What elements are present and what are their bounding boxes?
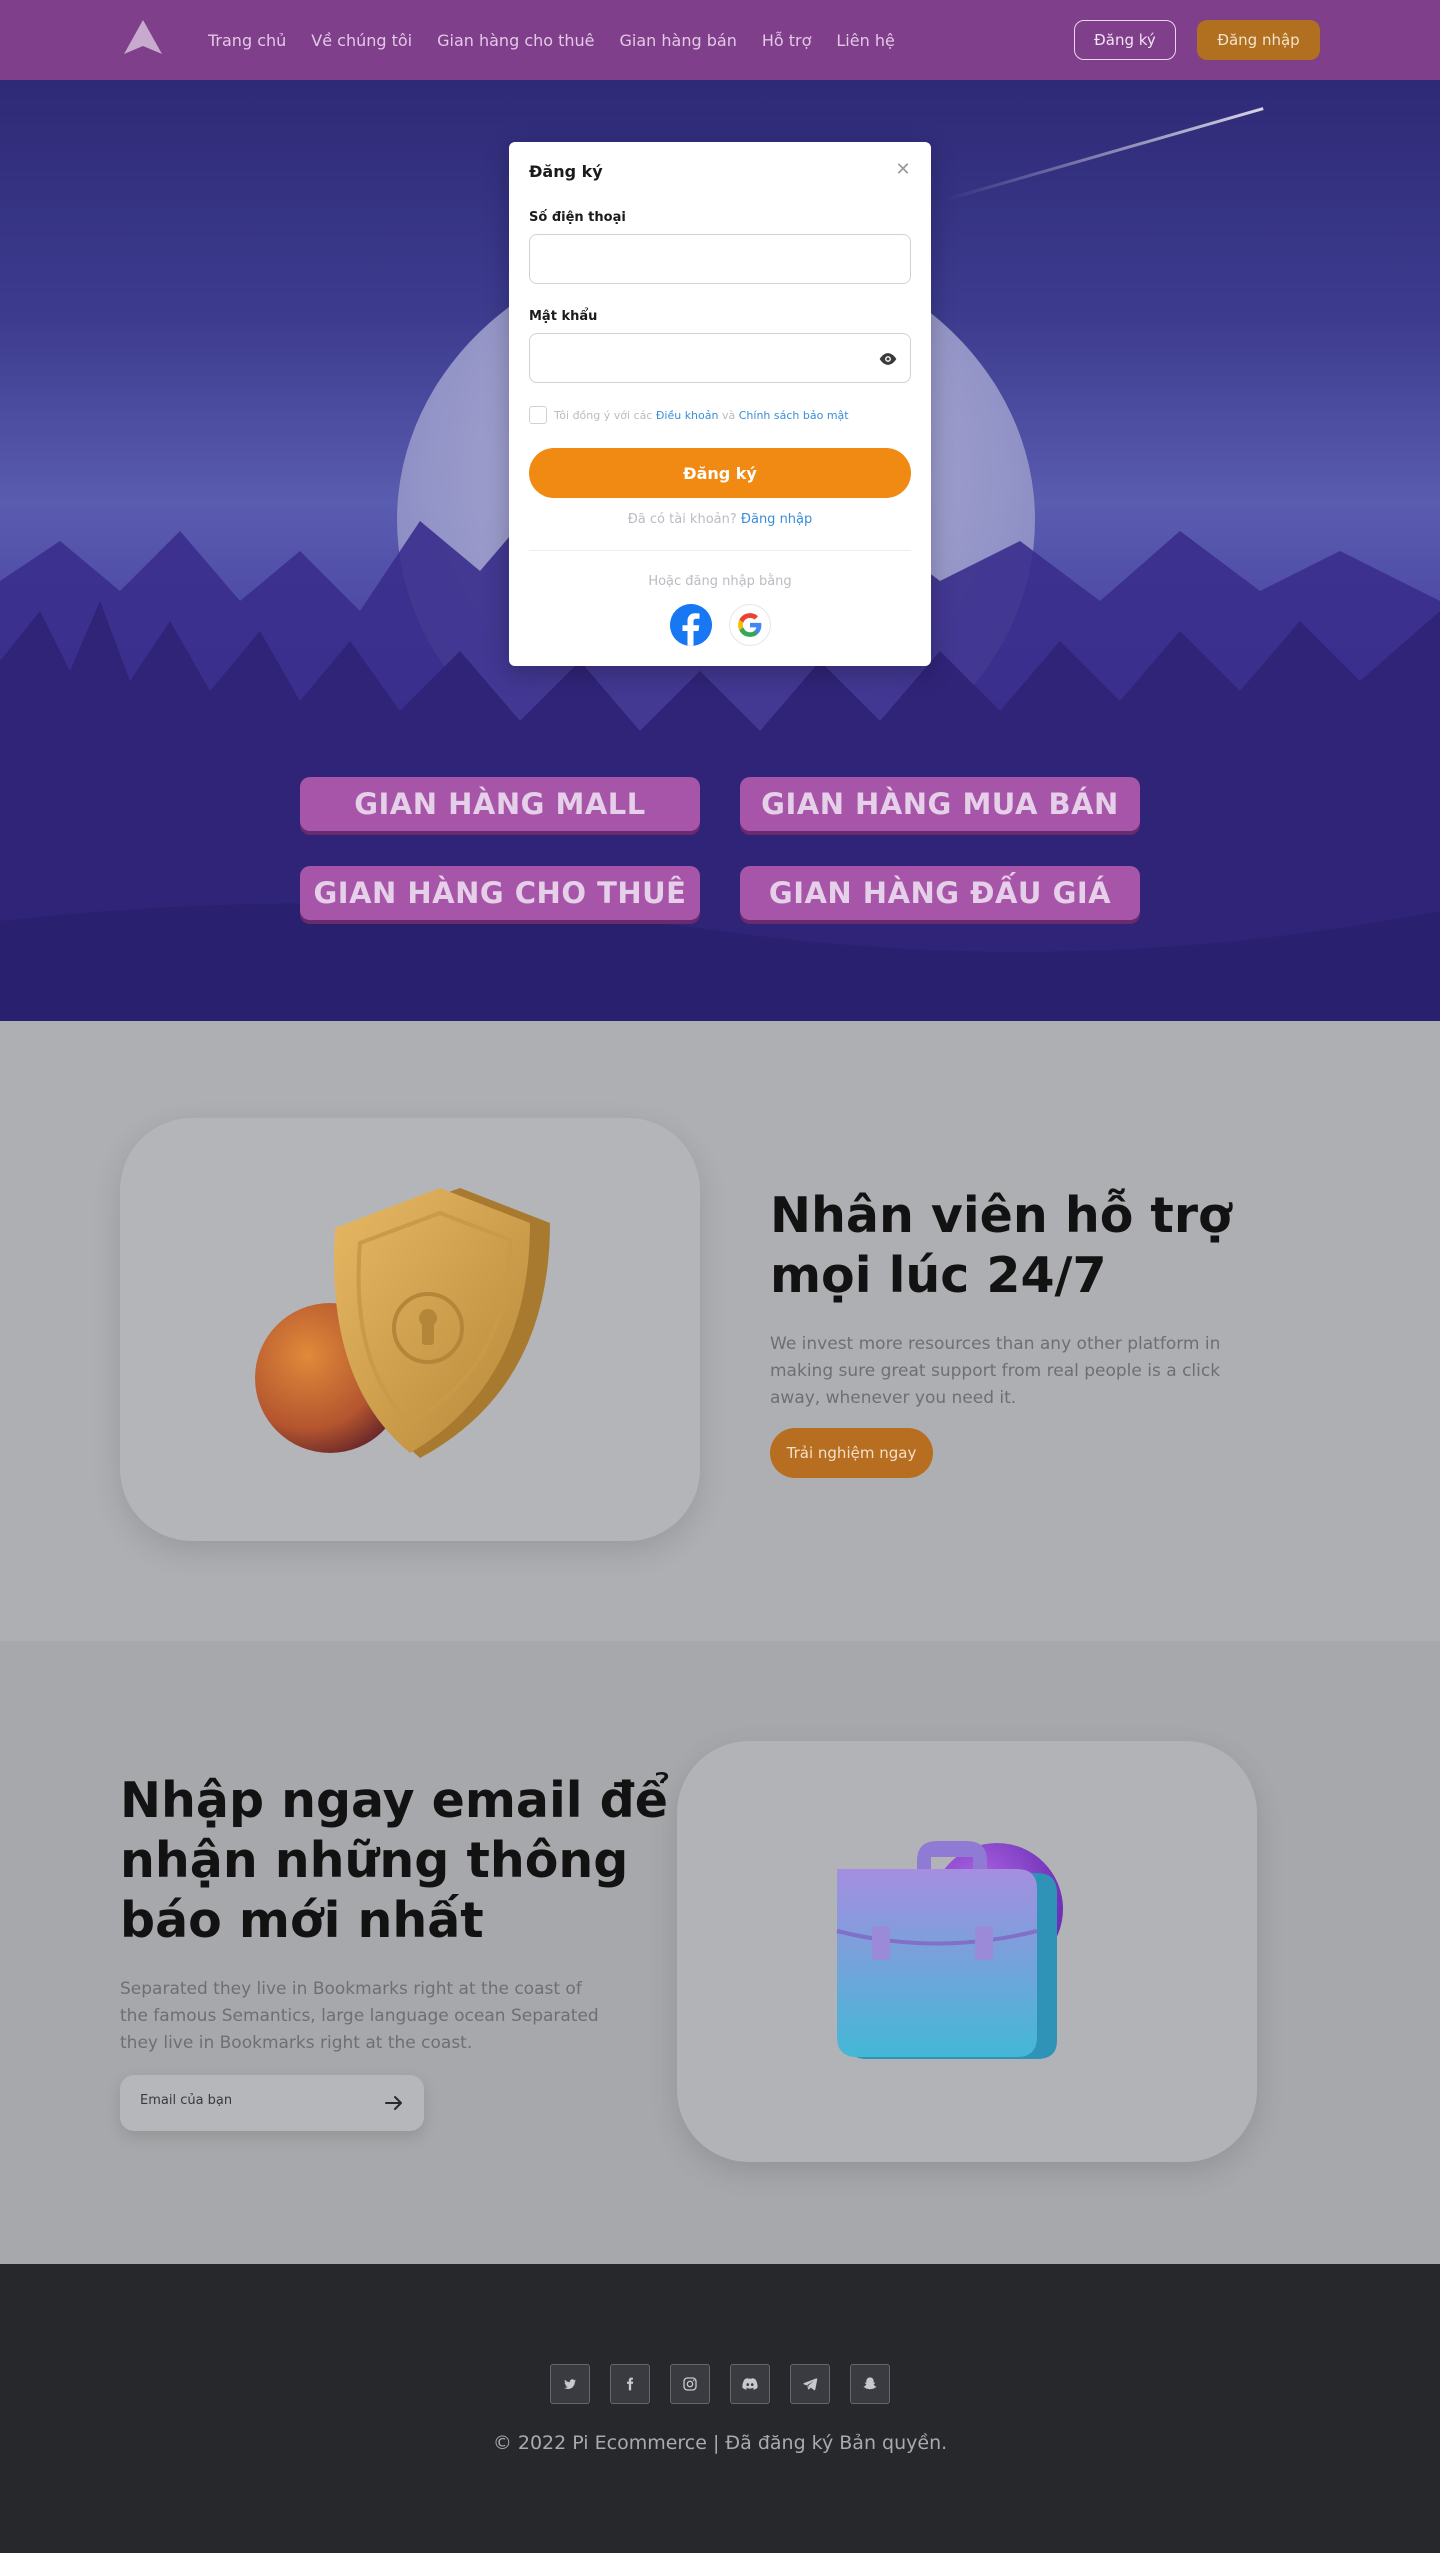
auction-store-button[interactable]: GIAN HÀNG ĐẤU GIÁ [740,866,1140,920]
newsletter-illustration-card [677,1741,1257,2162]
terms-row: Tôi đồng ý với các Điều khoản và Chính s… [529,406,849,424]
nav-link-contact[interactable]: Liên hệ [836,31,894,50]
terms-checkbox[interactable] [529,406,547,424]
eye-icon[interactable] [878,349,898,369]
submit-register-button[interactable]: Đăng ký [529,448,911,498]
modal-title: Đăng ký [529,162,603,181]
top-navbar: Trang chủ Về chúng tôi Gian hàng cho thu… [0,0,1440,80]
google-login-icon[interactable] [729,604,771,646]
terms-link[interactable]: Điều khoản [656,409,719,422]
phone-label: Số điện thoại [529,210,626,225]
logo-icon[interactable] [122,20,164,56]
telegram-icon[interactable] [790,2364,830,2404]
arrow-right-icon[interactable] [382,2091,406,2115]
close-icon[interactable]: ✕ [893,160,913,180]
or-login-text: Hoặc đăng nhập bằng [648,574,792,589]
support-section: Nhân viên hỗ trợ mọi lúc 24/7 We invest … [0,1021,1440,1641]
support-title-line2: mọi lúc 24/7 [770,1246,1107,1304]
nav-links: Trang chủ Về chúng tôi Gian hàng cho thu… [208,0,920,80]
facebook-icon[interactable] [610,2364,650,2404]
copyright-text: © 2022 Pi Ecommerce | Đã đăng ký Bản quy… [492,2432,948,2454]
shooting-star-illustration [945,107,1264,201]
newsletter-title: Nhập ngay email để nhận những thông báo … [120,1771,668,1950]
newsletter-section: Nhập ngay email để nhận những thông báo … [0,1641,1440,2264]
discord-icon[interactable] [730,2364,770,2404]
newsletter-title-line2: nhận những thông [120,1831,629,1889]
have-account-row: Đã có tài khoản? Đăng nhập [509,512,931,527]
mall-store-button[interactable]: GIAN HÀNG MALL [300,777,700,831]
snapchat-icon[interactable] [850,2364,890,2404]
social-links [550,2364,890,2404]
password-label: Mật khẩu [529,309,598,324]
facebook-login-icon[interactable] [670,604,712,646]
register-button[interactable]: Đăng ký [1074,20,1176,60]
terms-and: và [721,408,736,422]
nav-link-home[interactable]: Trang chủ [208,31,286,50]
terms-prefix: Tôi đồng ý với các [554,408,653,422]
login-link[interactable]: Đăng nhập [741,512,812,527]
privacy-link[interactable]: Chính sách bảo mật [739,409,849,422]
briefcase-illustration [836,1841,1063,2059]
newsletter-title-line3: báo mới nhất [120,1891,484,1949]
newsletter-title-line1: Nhập ngay email để [120,1772,668,1829]
nav-link-support[interactable]: Hỗ trợ [762,31,812,50]
email-input[interactable] [140,2093,360,2108]
shield-illustration [255,1188,550,1458]
nav-link-about[interactable]: Về chúng tôi [311,31,412,50]
footer: © 2022 Pi Ecommerce | Đã đăng ký Bản quy… [0,2264,1440,2553]
buy-sell-store-button[interactable]: GIAN HÀNG MUA BÁN [740,777,1140,831]
newsletter-body: Separated they live in Bookmarks right a… [120,1979,599,2054]
nav-link-rent-stores[interactable]: Gian hàng cho thuê [437,31,594,50]
rental-store-button[interactable]: GIAN HÀNG CHO THUÊ [300,866,700,920]
nav-link-sale-stores[interactable]: Gian hàng bán [620,31,737,50]
support-illustration-card [120,1118,700,1541]
support-body: We invest more resources than any other … [770,1334,1221,1409]
divider [529,550,911,551]
phone-field[interactable] [529,234,911,284]
twitter-icon[interactable] [550,2364,590,2404]
login-button[interactable]: Đăng nhập [1197,20,1320,60]
password-field[interactable] [529,333,911,383]
email-subscribe-box [120,2075,424,2131]
register-modal: Đăng ký ✕ Số điện thoại Mật khẩu Tôi đồn… [509,142,931,666]
try-now-button[interactable]: Trải nghiệm ngay [770,1428,933,1478]
support-title-line1: Nhân viên hỗ trợ [770,1187,1232,1244]
support-title: Nhân viên hỗ trợ mọi lúc 24/7 [770,1186,1232,1306]
instagram-icon[interactable] [670,2364,710,2404]
have-account-text: Đã có tài khoản? [627,512,737,527]
